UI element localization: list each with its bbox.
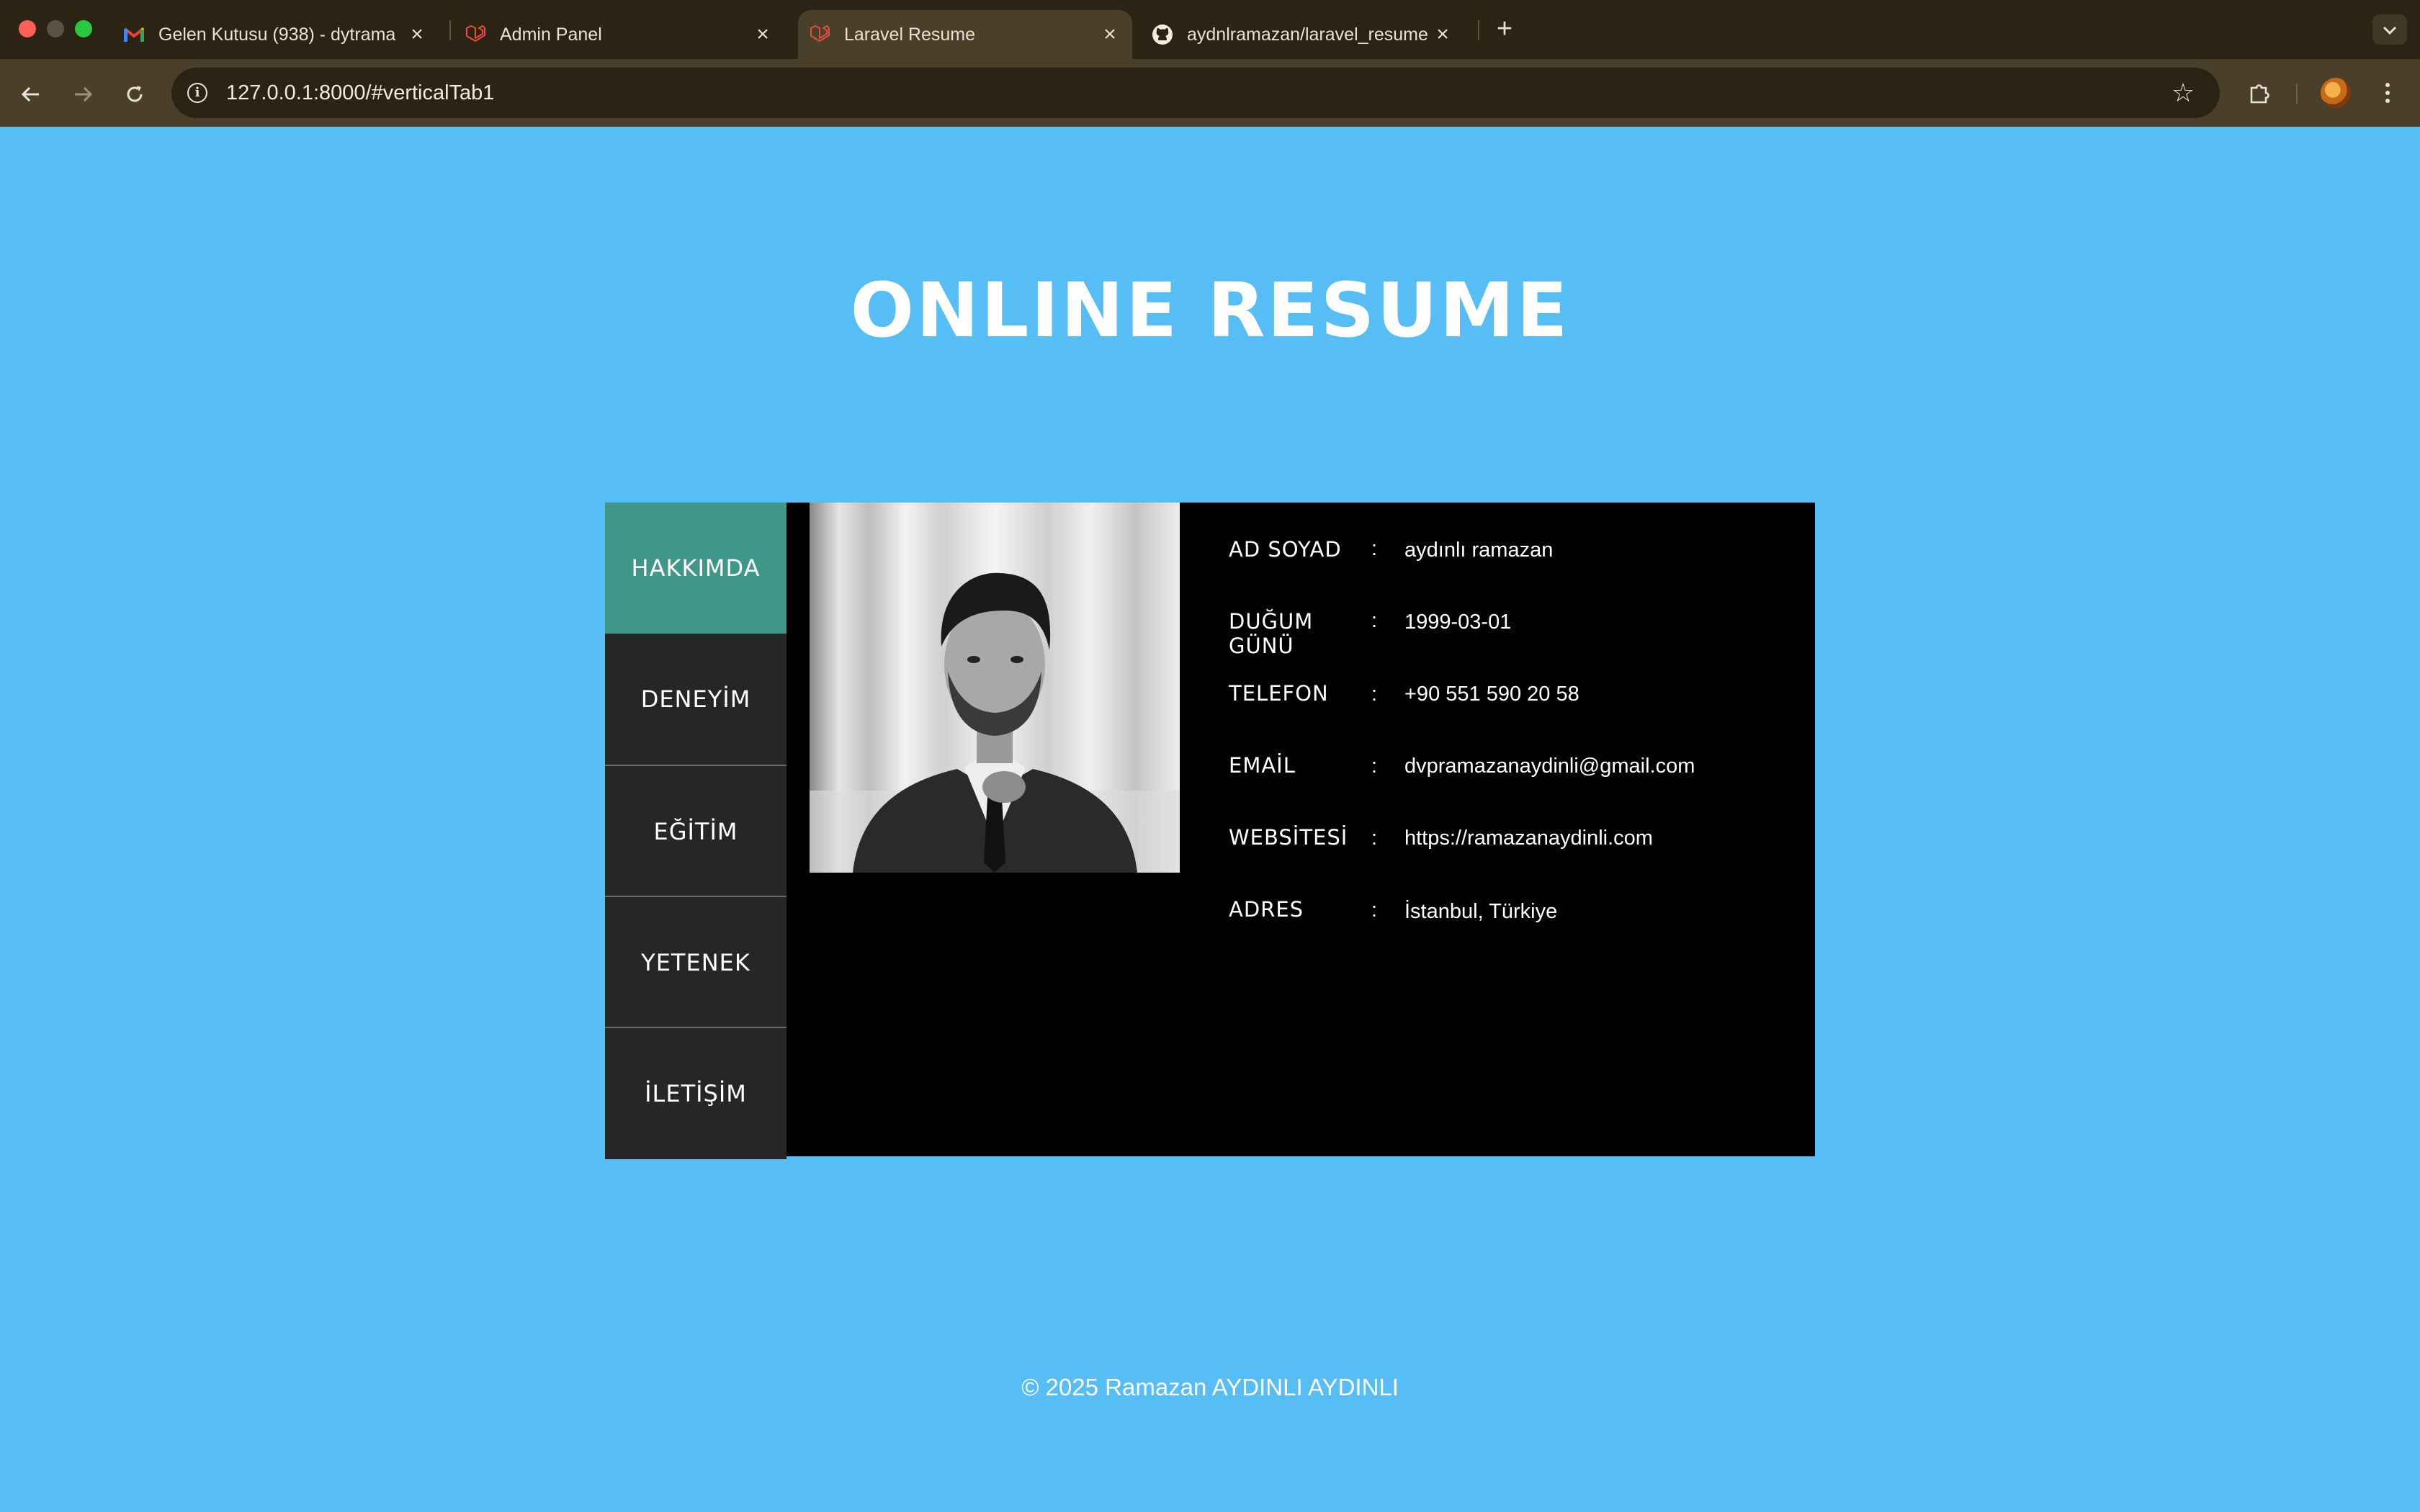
browser-tab-admin-panel[interactable]: Admin Panel × bbox=[464, 10, 785, 59]
about-value: https://ramazanaydinli.com bbox=[1404, 827, 1653, 850]
tab-title: Gelen Kutusu (938) - dytrama bbox=[158, 24, 396, 45]
browser-tab-laravel-resume[interactable]: Laravel Resume × bbox=[798, 10, 1132, 59]
tab-hakkimda[interactable]: HAKKIMDA bbox=[605, 503, 786, 634]
about-separator: : bbox=[1371, 609, 1378, 632]
about-value: aydınlı ramazan bbox=[1404, 539, 1554, 562]
url-text[interactable]: 127.0.0.1:8000/#verticalTab1 bbox=[226, 68, 494, 118]
vertical-tab-list: HAKKIMDA DENEYİM EĞİTİM YETENEK İLETİŞİM bbox=[605, 503, 786, 1159]
window-minimize-button[interactable] bbox=[47, 20, 64, 37]
tab-title: Laravel Resume bbox=[844, 24, 976, 45]
github-icon bbox=[1151, 23, 1174, 46]
tab-divider bbox=[1478, 20, 1479, 40]
about-label: TELEFON bbox=[1229, 681, 1329, 706]
about-label: WEBSİTESİ bbox=[1229, 825, 1348, 850]
footer-copyright: © 2025 Ramazan AYDINLI AYDINLI bbox=[1021, 1374, 1399, 1400]
browser-tab-bar: Gelen Kutusu (938) - dytrama × Admin Pan… bbox=[0, 0, 2420, 59]
window-zoom-button[interactable] bbox=[75, 20, 92, 37]
tab-close-icon[interactable]: × bbox=[750, 22, 775, 47]
new-tab-button[interactable]: + bbox=[1489, 14, 1520, 45]
chevron-down-icon bbox=[2383, 27, 2397, 35]
back-button[interactable] bbox=[13, 75, 49, 111]
browser-menu-button[interactable] bbox=[2370, 75, 2406, 111]
address-bar[interactable]: i 127.0.0.1:8000/#verticalTab1 ☆ bbox=[171, 68, 2220, 118]
page-title: ONLINE RESUME bbox=[850, 266, 1570, 354]
tab-yetenek[interactable]: YETENEK bbox=[605, 897, 786, 1028]
site-info-icon[interactable]: i bbox=[187, 83, 207, 103]
tab-egitim[interactable]: EĞİTİM bbox=[605, 766, 786, 897]
about-separator: : bbox=[1371, 899, 1378, 922]
extensions-button[interactable] bbox=[2241, 75, 2277, 111]
tab-close-icon[interactable]: × bbox=[405, 22, 429, 47]
about-label: ADRES bbox=[1229, 897, 1304, 922]
about-value: 1999-03-01 bbox=[1404, 611, 1512, 634]
profile-photo bbox=[810, 503, 1180, 873]
forward-button[interactable] bbox=[65, 75, 101, 111]
about-separator: : bbox=[1371, 755, 1378, 778]
reload-icon bbox=[127, 86, 143, 102]
about-value: dvpramazanaydinli@gmail.com bbox=[1404, 755, 1695, 778]
about-value: İstanbul, Türkiye bbox=[1404, 900, 1558, 923]
browser-tab-gmail[interactable]: Gelen Kutusu (938) - dytrama × bbox=[122, 10, 439, 59]
about-separator: : bbox=[1371, 537, 1378, 560]
arrow-left-icon bbox=[21, 86, 39, 102]
puzzle-icon bbox=[2250, 84, 2269, 104]
tab-deneyim[interactable]: DENEYİM bbox=[605, 634, 786, 765]
reload-button[interactable] bbox=[117, 75, 153, 111]
about-value: +90 551 590 20 58 bbox=[1404, 683, 1579, 706]
tab-iletisim[interactable]: İLETİŞİM bbox=[605, 1028, 786, 1159]
more-vertical-icon bbox=[2385, 82, 2390, 103]
tab-close-icon[interactable]: × bbox=[1430, 22, 1455, 47]
tab-search-button[interactable] bbox=[2372, 14, 2407, 45]
browser-tab-github[interactable]: aydnlramazan/laravel_resume × bbox=[1151, 10, 1465, 59]
browser-toolbar: i 127.0.0.1:8000/#verticalTab1 ☆ bbox=[0, 59, 2420, 127]
resume-card: HAKKIMDA DENEYİM EĞİTİM YETENEK İLETİŞİM bbox=[605, 503, 1815, 1159]
arrow-right-icon bbox=[75, 86, 93, 102]
tab-title: aydnlramazan/laravel_resume bbox=[1187, 24, 1428, 45]
profile-avatar[interactable] bbox=[2321, 78, 2351, 108]
about-separator: : bbox=[1371, 827, 1378, 850]
tab-title: Admin Panel bbox=[500, 24, 602, 45]
toolbar-divider bbox=[2296, 84, 2298, 104]
about-label: DUĞUM GÜNÜ bbox=[1229, 609, 1314, 658]
gmail-icon bbox=[122, 23, 145, 46]
about-label: EMAİL bbox=[1229, 753, 1296, 778]
bookmark-star-icon[interactable]: ☆ bbox=[2166, 76, 2200, 109]
about-label: AD SOYAD bbox=[1229, 537, 1342, 562]
laravel-icon bbox=[808, 23, 831, 46]
tab-close-icon[interactable]: × bbox=[1098, 22, 1122, 47]
about-separator: : bbox=[1371, 683, 1378, 706]
tab-divider bbox=[449, 20, 451, 40]
laravel-icon bbox=[464, 23, 487, 46]
window-close-button[interactable] bbox=[19, 20, 36, 37]
